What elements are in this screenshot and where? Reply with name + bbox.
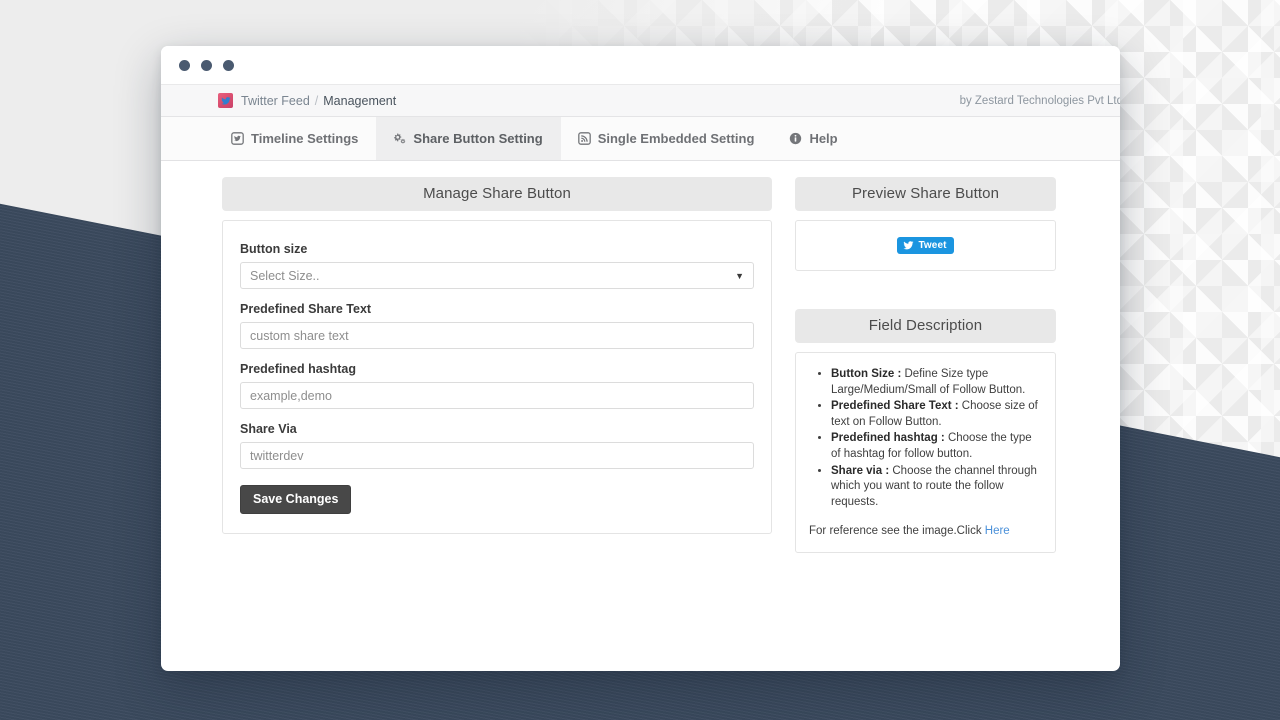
reference-line: For reference see the image.Click Here	[809, 525, 1042, 537]
reference-text: For reference see the image.Click	[809, 525, 985, 538]
tab-share-button-setting[interactable]: Share Button Setting	[376, 117, 561, 160]
tab-label: Help	[809, 131, 838, 146]
save-changes-button[interactable]: Save Changes	[240, 485, 352, 514]
manage-share-button-panel: Manage Share Button Button size ▼ Predef…	[222, 177, 772, 534]
right-sidebar: Preview Share Button Tweet Field Descrip…	[795, 177, 1056, 554]
button-size-select[interactable]	[240, 262, 754, 289]
field-description-list: Button Size : Define Size type Large/Med…	[831, 367, 1042, 510]
predefined-hashtag-input[interactable]	[240, 382, 754, 409]
breadcrumb-bar: Twitter Feed / Management by Zestard Tec…	[161, 84, 1120, 117]
field-label: Share Via	[240, 422, 297, 436]
browser-window: Twitter Feed / Management by Zestard Tec…	[161, 46, 1120, 671]
predefined-share-text-input[interactable]	[240, 322, 754, 349]
description-term: Predefined Share Text :	[831, 400, 959, 413]
twitter-bird-icon	[903, 241, 914, 250]
field-predefined-share-text: Predefined Share Text	[240, 302, 754, 349]
maximize-window-dot[interactable]	[223, 59, 234, 71]
breadcrumb-current: Management	[323, 93, 397, 108]
description-term: Predefined hashtag :	[831, 432, 945, 445]
share-button-form: Button size ▼ Predefined Share Text Pred…	[223, 221, 771, 533]
info-circle-icon	[789, 132, 802, 145]
list-item: Predefined hashtag : Choose the type of …	[831, 431, 1042, 462]
rss-icon	[577, 132, 591, 145]
breadcrumb-separator: /	[314, 93, 319, 108]
tab-help[interactable]: Help	[772, 117, 855, 160]
tab-label: Share Button Setting	[413, 131, 543, 146]
preview-panel-body: Tweet	[795, 220, 1056, 271]
attribution-text: by Zestard Technologies Pvt Ltd	[959, 94, 1120, 107]
field-button-size: Button size ▼	[240, 242, 754, 289]
description-term: Button Size :	[831, 368, 902, 380]
tab-single-embedded-setting[interactable]: Single Embedded Setting	[561, 117, 773, 160]
tab-label: Single Embedded Setting	[597, 131, 755, 146]
manage-panel-title: Manage Share Button	[222, 177, 772, 211]
window-title-bar	[161, 46, 1120, 84]
close-window-dot[interactable]	[179, 59, 190, 71]
description-panel-body: Button Size : Define Size type Large/Med…	[795, 352, 1056, 554]
description-term: Share via :	[831, 464, 890, 477]
reference-here-link[interactable]: Here	[985, 525, 1010, 537]
twitter-square-icon	[231, 132, 244, 145]
tab-timeline-settings[interactable]: Timeline Settings	[214, 117, 376, 160]
field-label: Predefined Share Text	[240, 302, 372, 316]
tab-label: Timeline Settings	[251, 131, 359, 146]
description-panel-title: Field Description	[795, 309, 1056, 343]
button-size-select-wrapper: ▼	[240, 262, 754, 289]
field-predefined-hashtag: Predefined hashtag	[240, 362, 754, 409]
share-via-input[interactable]	[240, 442, 754, 469]
manage-panel-body: Button size ▼ Predefined Share Text Pred…	[222, 220, 772, 534]
breadcrumb-root[interactable]: Twitter Feed	[241, 94, 310, 108]
page-content: Manage Share Button Button size ▼ Predef…	[161, 161, 1120, 554]
list-item: Share via : Choose the channel through w…	[831, 464, 1042, 511]
tab-bar: Timeline Settings Share Button Setting S…	[161, 117, 1120, 161]
minimize-window-dot[interactable]	[201, 59, 212, 71]
tweet-button[interactable]: Tweet	[897, 237, 954, 254]
preview-panel-title: Preview Share Button	[795, 177, 1056, 211]
field-label: Predefined hashtag	[240, 362, 356, 376]
list-item: Predefined Share Text : Choose size of t…	[831, 399, 1042, 430]
list-item: Button Size : Define Size type Large/Med…	[831, 367, 1042, 398]
tweet-button-label: Tweet	[918, 240, 947, 251]
gears-icon	[393, 132, 406, 145]
field-share-via: Share Via	[240, 422, 754, 469]
twitter-bird-logo-icon	[218, 93, 233, 108]
field-label: Button size	[240, 242, 308, 256]
